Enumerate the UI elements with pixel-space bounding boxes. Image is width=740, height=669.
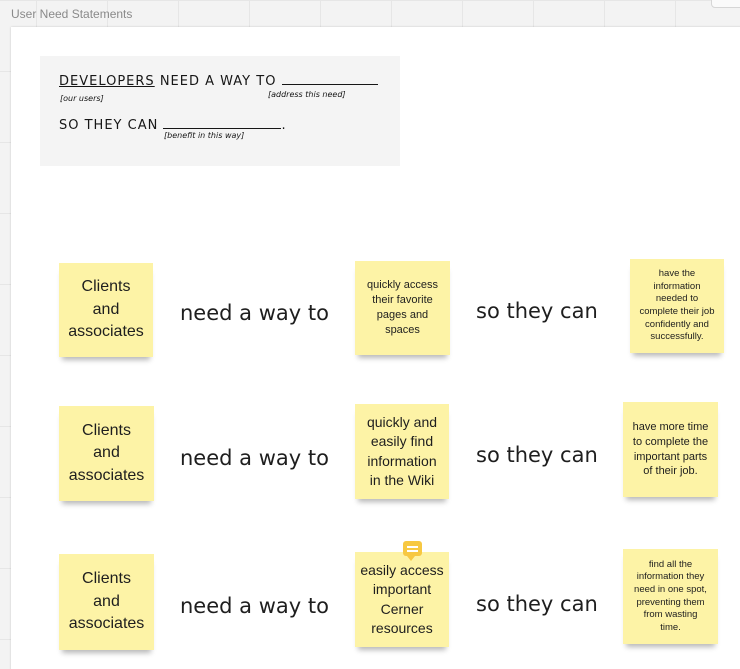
sticky-line: quickly access (367, 279, 438, 292)
sticky-line: information (367, 452, 437, 469)
connector-need-way-3[interactable]: need a way to (180, 594, 329, 618)
template-line-1: DEVELOPERS NEED A WAY TO (59, 74, 378, 89)
sticky-line: associates (68, 615, 145, 633)
sticky-line: to complete the (632, 435, 709, 448)
sticky-note-who-1[interactable]: Clients and associates (59, 263, 153, 357)
sticky-line: have the (658, 268, 696, 280)
connector-need-way-2[interactable]: need a way to (180, 446, 329, 470)
sticky-note-who-2[interactable]: Clients and associates (59, 406, 154, 501)
sticky-line: Clients (81, 278, 131, 296)
sticky-line: information they (636, 571, 705, 583)
sticky-line: associates (68, 466, 145, 484)
sticky-line: confidently and (645, 318, 709, 330)
sticky-note-benefit-1[interactable]: have the information needed to complete the… (630, 259, 724, 353)
sticky-line: pages and (376, 309, 429, 321)
sticky-line: Clients (82, 570, 131, 588)
comment-icon[interactable] (403, 541, 422, 561)
sticky-note-benefit-3[interactable]: find all the information they need in one … (623, 549, 718, 644)
sticky-line: and (92, 300, 120, 318)
template-phrase-1: NEED A WAY TO (159, 74, 277, 89)
template-blank-need (281, 84, 378, 85)
template-blank-benefit (163, 128, 282, 129)
sticky-line: have more time (632, 420, 709, 433)
sticky-line: need in one spot, (634, 583, 707, 595)
template-hint-benefit: [benefit in this way] (164, 131, 245, 140)
sticky-note-need-1[interactable]: quickly access their favorite pages and spa… (355, 261, 450, 355)
connector-so-they-can-1[interactable]: so they can (476, 299, 598, 323)
sticky-line: and (93, 444, 120, 462)
connector-so-they-can-3[interactable]: so they can (476, 592, 598, 616)
template-image[interactable]: DEVELOPERS NEED A WAY TO [our users] [ad… (40, 56, 400, 166)
template-hint-users: [our users] (60, 94, 104, 103)
sticky-line: important (372, 581, 432, 598)
sticky-line: Cerner (380, 600, 424, 617)
sticky-line: find all the (648, 558, 693, 570)
sticky-line: needed to (655, 293, 699, 305)
sticky-line: preventing them (636, 596, 705, 608)
sticky-note-benefit-2[interactable]: have more time to complete the important p… (623, 402, 718, 497)
sticky-line: and (93, 592, 120, 610)
sticky-line: important parts (633, 450, 708, 463)
sticky-note-need-2[interactable]: quickly and easily find information in the … (355, 404, 449, 499)
connector-need-way-1[interactable]: need a way to (180, 301, 329, 325)
frame-title[interactable]: User Need Statements (11, 7, 132, 21)
sticky-line: complete their job (639, 306, 715, 317)
sticky-note-who-3[interactable]: Clients and associates (59, 554, 154, 650)
sticky-line: time. (660, 621, 681, 633)
sticky-note-need-3[interactable]: easily access important Cerner resources (355, 552, 449, 647)
template-phrase-2: SO THEY CAN (59, 118, 159, 133)
template-subject: DEVELOPERS (59, 74, 155, 89)
sticky-line: their favorite (372, 294, 433, 307)
sticky-line: quickly and (366, 413, 438, 430)
sticky-line: associates (68, 323, 144, 341)
sticky-line: from wasting (643, 609, 698, 621)
template-hint-need: [address this need] (268, 90, 346, 99)
sticky-line: successfully. (650, 331, 704, 343)
sticky-line: easily find (370, 433, 434, 450)
sticky-line: spaces (385, 323, 420, 336)
sticky-line: of their job. (643, 465, 698, 478)
toolbar-corner[interactable] (711, 0, 740, 8)
sticky-line: easily access (360, 561, 444, 578)
sticky-line: Clients (82, 421, 131, 439)
sticky-line: resources (371, 619, 433, 636)
connector-so-they-can-2[interactable]: so they can (476, 443, 598, 467)
sticky-line: in the Wiki (369, 471, 435, 488)
sticky-line: information (653, 280, 701, 292)
